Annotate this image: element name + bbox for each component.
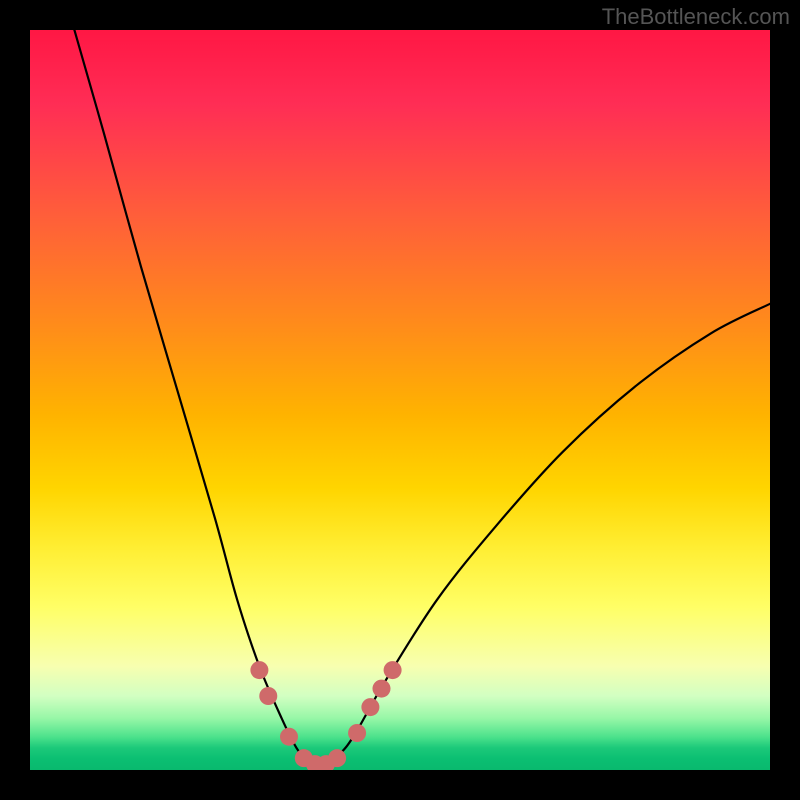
curve-marker [328, 749, 346, 767]
stage: TheBottleneck.com [0, 0, 800, 800]
chart-svg [30, 30, 770, 770]
chart-plot-area [30, 30, 770, 770]
bottleneck-curve [74, 30, 770, 766]
watermark-text: TheBottleneck.com [602, 4, 790, 30]
curve-marker [280, 728, 298, 746]
curve-marker [259, 687, 277, 705]
curve-markers [250, 661, 401, 770]
curve-marker [384, 661, 402, 679]
curve-marker [250, 661, 268, 679]
curve-marker [373, 680, 391, 698]
curve-marker [361, 698, 379, 716]
curve-marker [348, 724, 366, 742]
